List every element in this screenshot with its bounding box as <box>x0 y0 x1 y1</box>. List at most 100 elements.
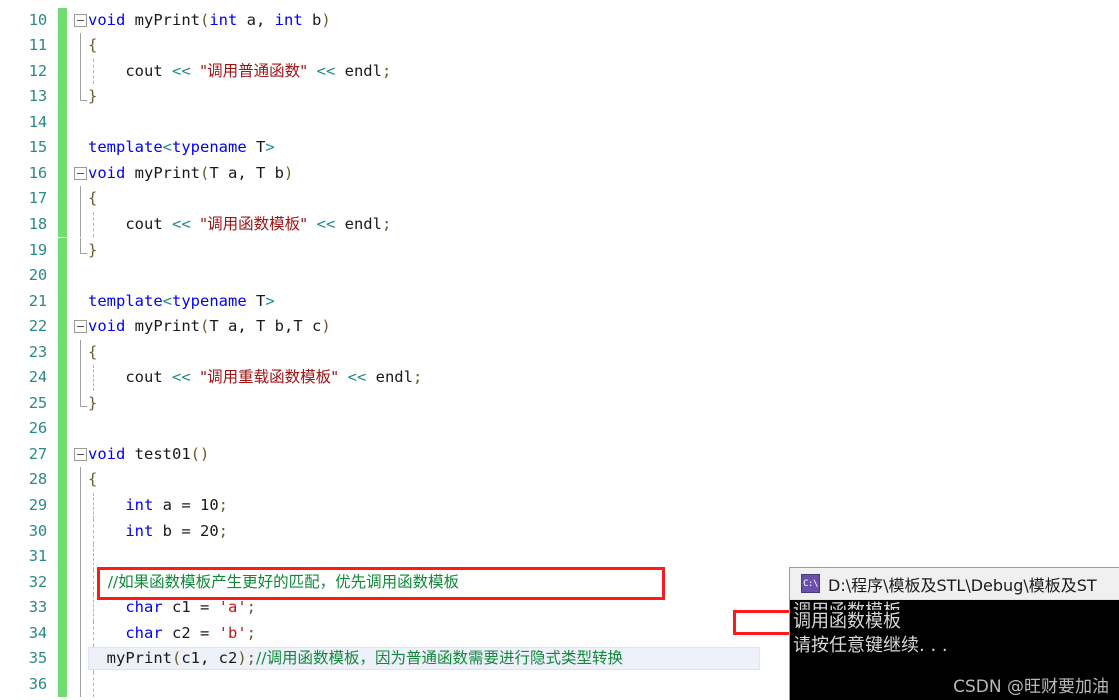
code-text[interactable]: void myPrint(T a, T b,T c) <box>88 314 331 340</box>
code-token: 'b' <box>218 623 247 642</box>
console-window[interactable]: C:\ D:\程序\模板及STL\Debug\模板及ST 调用函数模板调用函数模… <box>789 567 1119 700</box>
outlining-guide-line <box>80 211 81 238</box>
code-line[interactable]: 11 { <box>0 33 1119 59</box>
collapse-minus-icon[interactable] <box>74 447 87 461</box>
code-token: c2 = <box>162 623 219 642</box>
code-token: ) <box>321 317 331 336</box>
code-text[interactable]: } <box>88 391 97 417</box>
code-line[interactable]: 21 template<typename T> <box>0 288 1119 315</box>
code-line[interactable]: 28 { <box>0 467 1119 493</box>
outlining-guide-line <box>80 493 81 519</box>
console-titlebar[interactable]: C:\ D:\程序\模板及STL\Debug\模板及ST <box>790 568 1119 600</box>
line-number: 14 <box>28 112 47 131</box>
code-token: typename <box>172 291 247 310</box>
change-indicator-bar <box>58 160 67 187</box>
code-line[interactable]: 13} <box>0 84 1119 110</box>
line-number: 11 <box>28 36 47 55</box>
code-text[interactable]: template<typename T> <box>88 135 275 161</box>
change-indicator-bar <box>58 84 67 110</box>
csdn-watermark: CSDN @旺财要加油 <box>953 677 1109 697</box>
code-token: T <box>246 291 266 310</box>
code-token: void <box>88 317 126 336</box>
code-text[interactable]: cout << "调用重载函数模板" << endl; <box>88 365 422 391</box>
code-text[interactable]: myPrint(c1, c2);//调用函数模板，因为普通函数需要进行隐式类型转… <box>88 646 623 672</box>
code-line[interactable]: 15 template<typename T> <box>0 135 1119 161</box>
outlining-guide-line <box>80 237 87 255</box>
code-text[interactable]: int b = 20; <box>88 519 228 545</box>
outlining-guide-line <box>80 339 81 366</box>
code-text[interactable]: template<typename T> <box>88 289 275 315</box>
collapse-minus-icon[interactable] <box>74 166 87 180</box>
collapse-minus-icon[interactable] <box>74 13 87 27</box>
code-line[interactable]: 25} <box>0 390 1119 417</box>
line-number: 33 <box>28 598 47 617</box>
code-token: int <box>125 496 154 514</box>
code-text[interactable]: char c1 = 'a'; <box>88 595 256 621</box>
code-text[interactable]: { <box>88 340 97 366</box>
cmd-icon: C:\ <box>801 574 820 593</box>
code-token: { <box>88 189 98 208</box>
code-text[interactable]: void test01() <box>88 442 209 468</box>
code-token: { <box>88 470 98 489</box>
code-text[interactable]: } <box>88 238 97 264</box>
code-line[interactable]: 31 <box>0 544 1119 570</box>
code-line[interactable]: 27 void test01() <box>0 441 1119 468</box>
change-indicator-bar <box>58 263 67 289</box>
code-token: cout <box>88 368 172 387</box>
outlining-guide-line <box>80 58 81 85</box>
code-token: T a, T b,T c <box>209 317 322 336</box>
code-token: template <box>88 291 163 310</box>
code-text[interactable]: void myPrint(T a, T b) <box>88 161 293 187</box>
code-line[interactable]: 17 { <box>0 186 1119 212</box>
code-text[interactable]: void myPrint(int a, int b) <box>88 8 331 34</box>
code-text[interactable]: } <box>88 84 97 110</box>
outlining-guide-line <box>80 544 81 570</box>
code-line[interactable]: 12 cout << "调用普通函数" << endl; <box>0 58 1119 85</box>
change-indicator-bar <box>58 365 67 391</box>
code-line[interactable]: 24 cout << "调用重载函数模板" << endl; <box>0 365 1119 391</box>
code-line[interactable]: 19} <box>0 237 1119 264</box>
code-line[interactable]: 14 <box>0 109 1119 136</box>
code-text[interactable]: int a = 10; <box>88 493 228 519</box>
code-text[interactable]: //如果函数模板产生更好的匹配，优先调用函数模板 <box>88 570 459 596</box>
code-token: } <box>88 240 98 259</box>
outlining-guide-line <box>80 365 81 391</box>
code-line[interactable]: 9 <box>0 0 1119 8</box>
line-number: 15 <box>28 138 47 157</box>
change-indicator-bar <box>58 620 67 647</box>
code-text[interactable]: { <box>88 186 97 212</box>
line-number: 27 <box>28 444 47 463</box>
code-line[interactable]: 29 int a = 10; <box>0 493 1119 519</box>
code-token: myPrint <box>88 649 172 668</box>
code-line[interactable]: 18 cout << "调用函数模板" << endl; <box>0 211 1119 238</box>
code-text[interactable]: cout << "调用普通函数" << endl; <box>88 59 391 85</box>
code-token: ; <box>412 368 423 387</box>
change-indicator-bar <box>58 186 67 212</box>
indent-guide-line <box>93 671 94 698</box>
collapse-minus-icon[interactable] <box>74 320 87 334</box>
code-token: << <box>172 214 191 233</box>
outlining-guide-line <box>80 620 81 647</box>
code-token: endl <box>335 61 382 80</box>
code-line[interactable]: 23 { <box>0 339 1119 366</box>
code-line[interactable]: 30 int b = 20; <box>0 518 1119 545</box>
line-number: 35 <box>28 649 47 668</box>
code-text[interactable]: cout << "调用函数模板" << endl; <box>88 212 391 238</box>
code-line[interactable]: 16 void myPrint(T a, T b) <box>0 160 1119 187</box>
code-text[interactable]: char c2 = 'b'; <box>88 621 256 647</box>
code-token: 20 <box>200 521 219 540</box>
code-token: //调用函数模板，因为普通函数需要进行隐式类型转换 <box>256 649 623 668</box>
code-token: "调用函数模板" <box>200 214 308 233</box>
code-token: << <box>172 61 191 80</box>
code-text[interactable]: { <box>88 467 97 493</box>
line-number: 32 <box>28 572 47 591</box>
code-line[interactable]: 10 void myPrint(int a, int b) <box>0 7 1119 34</box>
code-token: ) <box>321 10 331 29</box>
code-line[interactable]: 22 void myPrint(T a, T b,T c) <box>0 314 1119 340</box>
code-line[interactable]: 20 <box>0 263 1119 289</box>
code-text[interactable]: { <box>88 33 97 59</box>
code-line[interactable]: 26 <box>0 416 1119 442</box>
